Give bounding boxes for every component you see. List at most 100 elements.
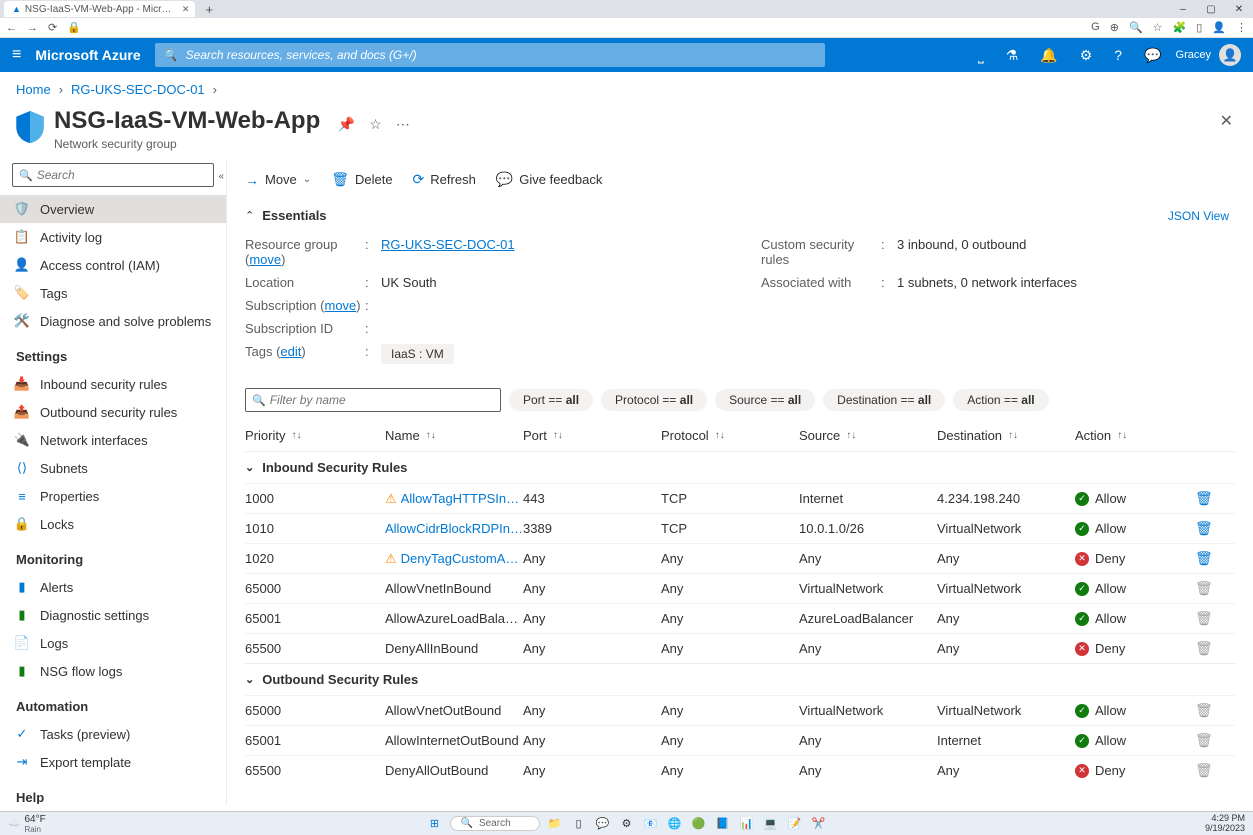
sub-move-link[interactable]: move — [325, 298, 357, 313]
task-icon[interactable]: ▯ — [570, 815, 588, 833]
cloud-shell-icon[interactable]: ⎵ — [978, 47, 984, 64]
task-icon[interactable]: 📘 — [714, 815, 732, 833]
global-search-input[interactable] — [186, 48, 817, 62]
task-icon[interactable]: 🟢 — [690, 815, 708, 833]
sidebar-search-input[interactable] — [37, 168, 207, 182]
feedback-icon[interactable]: 💬 — [1144, 47, 1161, 64]
name-filter-input[interactable] — [270, 393, 494, 407]
minimize-button[interactable]: – — [1169, 0, 1197, 18]
sidebar-item[interactable]: 📤 Outbound security rules — [0, 398, 226, 426]
close-window-button[interactable]: ✕ — [1225, 0, 1253, 18]
user-menu[interactable]: Gracey 👤 — [1176, 44, 1241, 66]
favorite-icon[interactable]: ☆ — [369, 116, 382, 133]
close-tab-icon[interactable]: ✕ — [182, 4, 190, 15]
delete-button[interactable]: 🗑Delete — [331, 171, 392, 188]
global-search[interactable]: 🔍 — [155, 43, 825, 67]
column-header[interactable]: Protocol↑↓ — [661, 428, 799, 443]
task-icon[interactable]: 📝 — [786, 815, 804, 833]
taskbar-search[interactable]: 🔍Search — [450, 816, 540, 831]
browser-tab[interactable]: ▲ NSG-IaaS-VM-Web-App - Micr… ✕ — [4, 1, 195, 17]
column-header[interactable]: Name↑↓ — [385, 428, 523, 443]
task-icon[interactable]: ✂️ — [810, 815, 828, 833]
task-icon[interactable]: ⚙ — [618, 815, 636, 833]
filter-pill[interactable]: Port == all — [509, 389, 593, 411]
system-clock[interactable]: 4:29 PM 9/19/2023 — [1205, 814, 1245, 834]
feedback-button[interactable]: 💬Give feedback — [496, 171, 603, 188]
sidebar-item[interactable]: 👤 Access control (IAM) — [0, 251, 226, 279]
crumb-rg[interactable]: RG-UKS-SEC-DOC-01 — [71, 82, 205, 97]
column-header[interactable]: Priority↑↓ — [245, 428, 385, 443]
table-row[interactable]: 65500 DenyAllInBound Any Any Any Any ✕De… — [245, 633, 1235, 663]
sidebar-item[interactable]: ⟨⟩ Subnets — [0, 454, 226, 482]
filter-pill[interactable]: Destination == all — [823, 389, 945, 411]
sidebar-item[interactable]: ▮ Diagnostic settings — [0, 601, 226, 629]
filter-pill[interactable]: Action == all — [953, 389, 1048, 411]
start-button[interactable]: ⊞ — [426, 815, 444, 833]
column-header[interactable]: Action↑↓ — [1075, 428, 1195, 443]
filter-pill[interactable]: Source == all — [715, 389, 815, 411]
column-header[interactable]: Destination↑↓ — [937, 428, 1075, 443]
sidebar-item[interactable]: 🔒 Locks — [0, 510, 226, 538]
table-row[interactable]: 1020 ⚠DenyTagCustomAny… Any Any Any Any … — [245, 543, 1235, 573]
delete-rule-icon[interactable]: 🗑 — [1195, 550, 1213, 566]
weather-widget[interactable]: ☁️ 64°F Rain — [8, 814, 46, 834]
crumb-home[interactable]: Home — [16, 82, 51, 97]
refresh-icon[interactable]: ⟳ — [48, 21, 57, 34]
forward-icon[interactable]: → — [27, 22, 38, 34]
task-icon[interactable]: 📁 — [546, 815, 564, 833]
sidebar-item[interactable]: 📥 Inbound security rules — [0, 370, 226, 398]
key-icon[interactable]: ⊕ — [1110, 21, 1119, 34]
ext-icon[interactable]: 🧩 — [1173, 21, 1187, 34]
sidebar-item[interactable]: 🛡️ Overview — [0, 195, 226, 223]
refresh-button[interactable]: ⟳Refresh — [413, 171, 476, 188]
column-header[interactable]: Source↑↓ — [799, 428, 937, 443]
tags-edit-link[interactable]: edit — [280, 344, 301, 359]
rg-move-link[interactable]: move — [249, 252, 281, 267]
panel-icon[interactable]: ▯ — [1196, 21, 1202, 34]
table-row[interactable]: 65000 AllowVnetInBound Any Any VirtualNe… — [245, 573, 1235, 603]
sidebar-item[interactable]: ▮ NSG flow logs — [0, 657, 226, 685]
table-row[interactable]: 65000 AllowVnetOutBound Any Any VirtualN… — [245, 695, 1235, 725]
notifications-icon[interactable]: 🔔 — [1040, 47, 1057, 64]
star-icon[interactable]: ☆ — [1153, 21, 1163, 34]
rg-value[interactable]: RG-UKS-SEC-DOC-01 — [381, 237, 515, 252]
more-icon[interactable]: ⋯ — [396, 116, 410, 133]
rule-name-link[interactable]: AllowTagHTTPSInbo… — [401, 491, 523, 506]
sidebar-item[interactable]: 📋 Activity log — [0, 223, 226, 251]
delete-rule-icon[interactable]: 🗑 — [1195, 520, 1213, 536]
profile-icon[interactable]: 👤 — [1212, 21, 1226, 34]
filter-pill[interactable]: Protocol == all — [601, 389, 707, 411]
name-filter[interactable]: 🔍 — [245, 388, 501, 412]
table-row[interactable]: 65001 AllowInternetOutBound Any Any Any … — [245, 725, 1235, 755]
essentials-toggle[interactable]: ⌃ Essentials JSON View — [245, 202, 1253, 229]
sidebar-item[interactable]: 🔌 Network interfaces — [0, 426, 226, 454]
task-icon[interactable]: 💻 — [762, 815, 780, 833]
rule-name-link[interactable]: AllowCidrBlockRDPInbo… — [385, 521, 523, 536]
sidebar-item[interactable]: ⇥ Export template — [0, 748, 226, 776]
json-view-link[interactable]: JSON View — [1168, 209, 1229, 223]
sidebar-item[interactable]: ✓ Tasks (preview) — [0, 720, 226, 748]
task-icon[interactable]: 📊 — [738, 815, 756, 833]
sidebar-search[interactable]: 🔍 — [12, 163, 214, 187]
sidebar-item[interactable]: 📄 Logs — [0, 629, 226, 657]
inbound-group[interactable]: ⌄Inbound Security Rules — [245, 451, 1235, 483]
table-row[interactable]: 65001 AllowAzureLoadBalancer… Any Any Az… — [245, 603, 1235, 633]
sidebar-item[interactable]: 🏷️ Tags — [0, 279, 226, 307]
collapse-sidebar-icon[interactable]: « — [214, 167, 227, 186]
sidebar-item[interactable]: ≡ Properties — [0, 482, 226, 510]
table-row[interactable]: 65500 DenyAllOutBound Any Any Any Any ✕D… — [245, 755, 1235, 785]
task-icon[interactable]: 🌐 — [666, 815, 684, 833]
sidebar-item[interactable]: ▮ Alerts — [0, 573, 226, 601]
outbound-group[interactable]: ⌄Outbound Security Rules — [245, 663, 1235, 695]
product-name[interactable]: Microsoft Azure — [35, 47, 140, 63]
back-icon[interactable]: ← — [6, 22, 17, 34]
move-button[interactable]: →Move ⌄ — [245, 172, 311, 188]
close-blade-icon[interactable]: ✕ — [1216, 107, 1237, 135]
help-icon[interactable]: ? — [1114, 47, 1122, 63]
table-row[interactable]: 1010 AllowCidrBlockRDPInbo… 3389 TCP 10.… — [245, 513, 1235, 543]
task-icon[interactable]: 📧 — [642, 815, 660, 833]
column-header[interactable]: Port↑↓ — [523, 428, 661, 443]
g-icon[interactable]: G — [1091, 21, 1100, 34]
tag-chip[interactable]: IaaS : VM — [381, 344, 454, 364]
settings-icon[interactable]: ⚙ — [1080, 47, 1093, 64]
